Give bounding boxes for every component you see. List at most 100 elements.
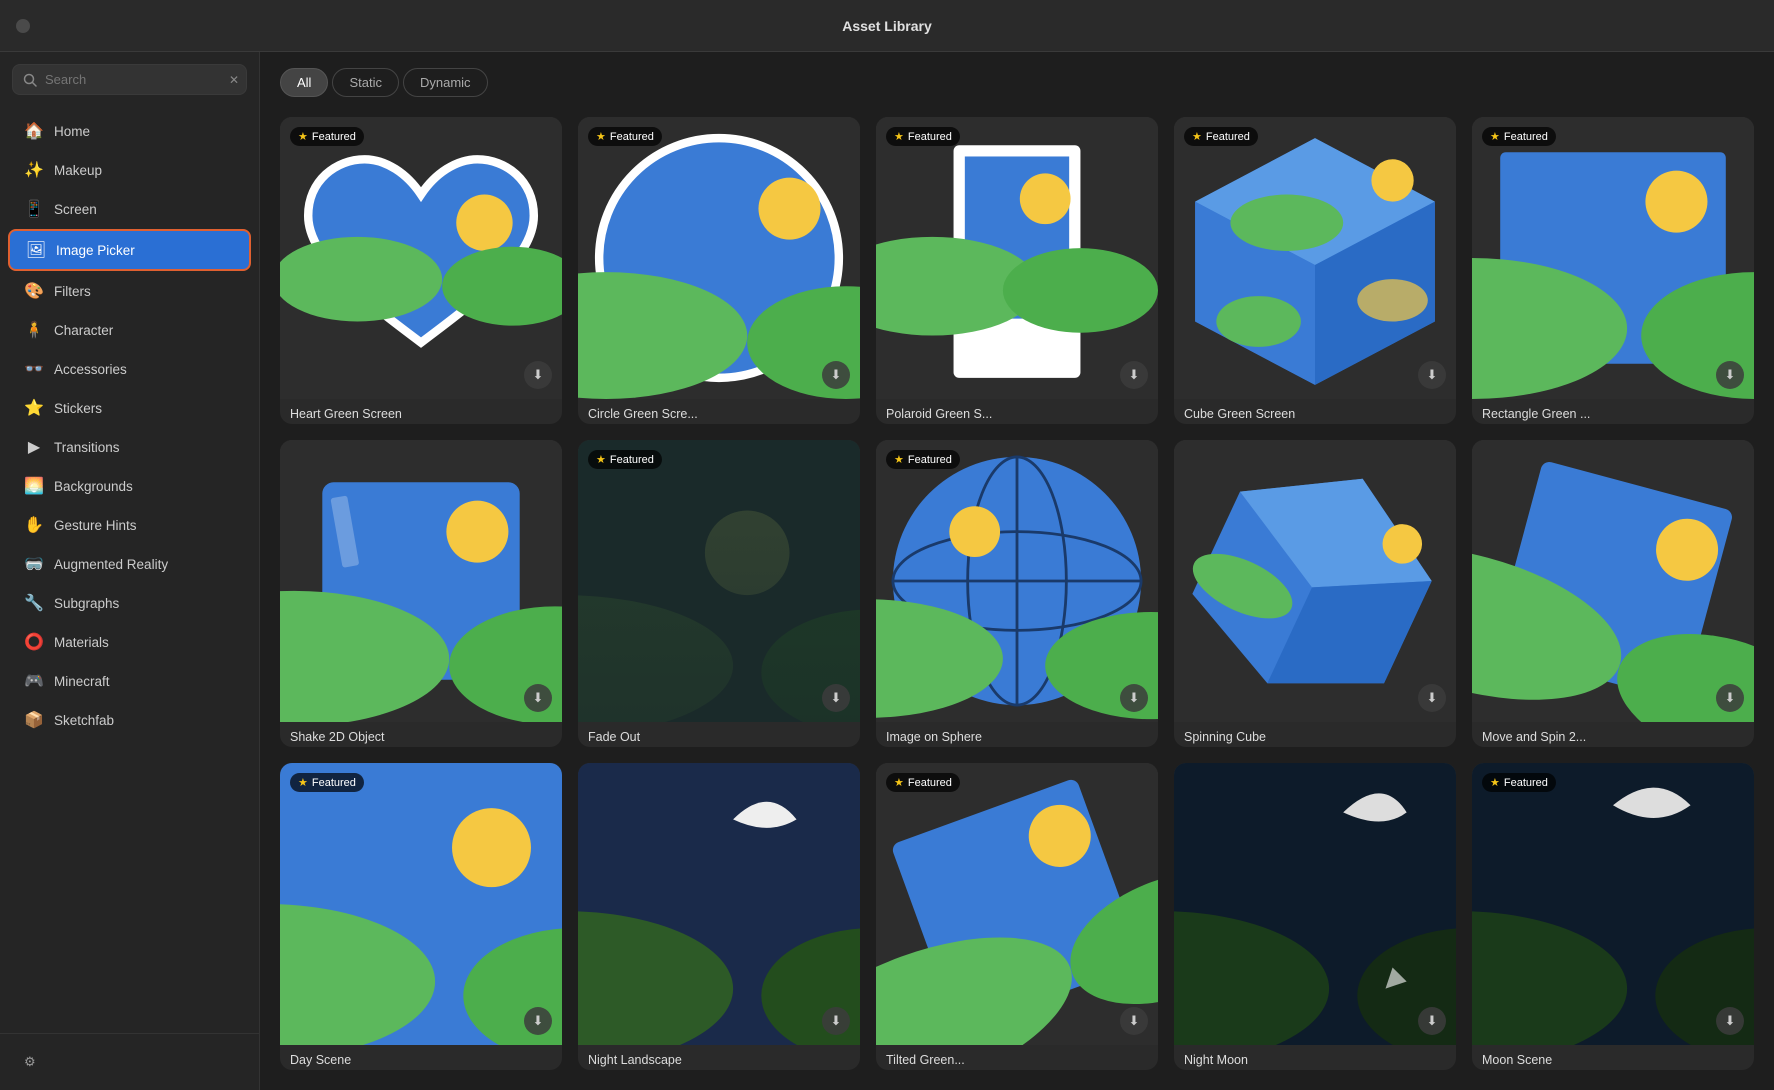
sidebar-item-subgraphs[interactable]: 🔧 Subgraphs [8, 584, 251, 622]
sidebar-item-image-picker[interactable]: 🖼 Image Picker [8, 229, 251, 271]
sidebar-label-filters: Filters [54, 284, 91, 299]
asset-card-10[interactable]: ⬇ Move and Spin 2... TikTok [1472, 440, 1754, 747]
featured-badge: ★ Featured [290, 773, 364, 792]
sidebar-label-gesture-hints: Gesture Hints [54, 518, 137, 533]
sidebar-label-minecraft: Minecraft [54, 674, 110, 689]
search-clear-icon[interactable]: ✕ [229, 73, 239, 87]
asset-thumbnail: ⬇ [578, 763, 860, 1045]
asset-card-3[interactable]: ★ Featured ⬇ Polaroid Green S... TikTok [876, 117, 1158, 424]
featured-label: Featured [610, 131, 654, 143]
close-button[interactable] [16, 19, 30, 33]
accessories-icon: 👓 [24, 359, 44, 379]
sidebar-item-backgrounds[interactable]: 🌅 Backgrounds [8, 467, 251, 505]
asset-card-15[interactable]: ★ Featured ⬇ Moon Scene TikTok [1472, 763, 1754, 1070]
asset-card-2[interactable]: ★ Featured ⬇ Circle Green Scre... TikTok [578, 117, 860, 424]
asset-card-14[interactable]: ⬇ Night Moon TikTok [1174, 763, 1456, 1070]
sidebar-item-materials[interactable]: ⭕ Materials [8, 623, 251, 661]
asset-info: Move and Spin 2... TikTok [1472, 722, 1754, 747]
sidebar-item-augmented-reality[interactable]: 🥽 Augmented Reality [8, 545, 251, 583]
asset-card-6[interactable]: ⬇ Shake 2D Object TikTok [280, 440, 562, 747]
filter-tab-dynamic[interactable]: Dynamic [403, 68, 488, 97]
sidebar-label-subgraphs: Subgraphs [54, 596, 119, 611]
download-button[interactable]: ⬇ [822, 361, 850, 389]
sidebar-item-character[interactable]: 🧍 Character [8, 311, 251, 349]
asset-name: Night Landscape [588, 1053, 850, 1067]
sidebar-item-accessories[interactable]: 👓 Accessories [8, 350, 251, 388]
sidebar-item-gesture-hints[interactable]: ✋ Gesture Hints [8, 506, 251, 544]
sidebar-item-home[interactable]: 🏠 Home [8, 112, 251, 150]
download-button[interactable]: ⬇ [1716, 684, 1744, 712]
star-icon: ★ [298, 776, 308, 789]
asset-source: TikTok [1482, 423, 1744, 424]
asset-info: Rectangle Green ... TikTok [1472, 399, 1754, 424]
sidebar-label-sketchfab: Sketchfab [54, 713, 114, 728]
search-input[interactable] [45, 72, 221, 87]
filter-tab-static[interactable]: Static [332, 68, 399, 97]
asset-name: Move and Spin 2... [1482, 730, 1744, 744]
asset-source: TikTok [588, 746, 850, 747]
download-button[interactable]: ⬇ [524, 684, 552, 712]
makeup-icon: ✨ [24, 160, 44, 180]
download-button[interactable]: ⬇ [1418, 1007, 1446, 1035]
sidebar-item-settings[interactable]: ⚙ [16, 1046, 243, 1078]
asset-info: Night Landscape TikTok [578, 1045, 860, 1070]
sidebar-item-screen[interactable]: 📱 Screen [8, 190, 251, 228]
sidebar-item-makeup[interactable]: ✨ Makeup [8, 151, 251, 189]
asset-name: Moon Scene [1482, 1053, 1744, 1067]
filter-tab-all[interactable]: All [280, 68, 328, 97]
download-button[interactable]: ⬇ [1120, 361, 1148, 389]
asset-info: Tilted Green... TikTok [876, 1045, 1158, 1070]
download-button[interactable]: ⬇ [822, 1007, 850, 1035]
asset-card-13[interactable]: ★ Featured ⬇ Tilted Green... TikTok [876, 763, 1158, 1070]
sidebar-item-filters[interactable]: 🎨 Filters [8, 272, 251, 310]
download-button[interactable]: ⬇ [524, 1007, 552, 1035]
featured-badge: ★ Featured [588, 450, 662, 469]
featured-label: Featured [610, 454, 654, 466]
asset-thumbnail: ⬇ [1174, 440, 1456, 722]
asset-name: Shake 2D Object [290, 730, 552, 744]
asset-card-5[interactable]: ★ Featured ⬇ Rectangle Green ... TikTok [1472, 117, 1754, 424]
content-area: AllStaticDynamic ★ Featured ⬇ Heart Gree… [260, 52, 1774, 1090]
download-button[interactable]: ⬇ [822, 684, 850, 712]
featured-badge: ★ Featured [886, 127, 960, 146]
asset-info: Moon Scene TikTok [1472, 1045, 1754, 1070]
asset-card-4[interactable]: ★ Featured ⬇ Cube Green Screen TikTok [1174, 117, 1456, 424]
download-button[interactable]: ⬇ [524, 361, 552, 389]
asset-source: TikTok [1184, 1069, 1446, 1070]
asset-source: TikTok [886, 423, 1148, 424]
titlebar: Asset Library [0, 0, 1774, 52]
gesture-hints-icon: ✋ [24, 515, 44, 535]
asset-thumbnail: ⬇ [1472, 440, 1754, 722]
download-button[interactable]: ⬇ [1716, 361, 1744, 389]
asset-thumbnail: ★ Featured ⬇ [876, 763, 1158, 1045]
download-button[interactable]: ⬇ [1120, 1007, 1148, 1035]
sidebar-item-stickers[interactable]: ⭐ Stickers [8, 389, 251, 427]
sidebar-item-transitions[interactable]: ▶ Transitions [8, 428, 251, 466]
asset-thumbnail: ★ Featured ⬇ [280, 117, 562, 399]
subgraphs-icon: 🔧 [24, 593, 44, 613]
search-icon [23, 73, 37, 87]
featured-badge: ★ Featured [886, 773, 960, 792]
asset-card-7[interactable]: ★ Featured ⬇ Fade Out TikTok [578, 440, 860, 747]
download-button[interactable]: ⬇ [1418, 361, 1446, 389]
sidebar-nav: 🏠 Home ✨ Makeup 📱 Screen 🖼 Image Picker … [0, 107, 259, 1033]
asset-card-9[interactable]: ⬇ Spinning Cube TikTok [1174, 440, 1456, 747]
asset-thumbnail: ★ Featured ⬇ [876, 117, 1158, 399]
asset-source: TikTok [588, 1069, 850, 1070]
asset-card-12[interactable]: ⬇ Night Landscape TikTok [578, 763, 860, 1070]
asset-thumbnail: ⬇ [280, 440, 562, 722]
download-button[interactable]: ⬇ [1716, 1007, 1744, 1035]
asset-card-1[interactable]: ★ Featured ⬇ Heart Green Screen TikTok [280, 117, 562, 424]
sidebar-item-minecraft[interactable]: 🎮 Minecraft [8, 662, 251, 700]
asset-card-11[interactable]: ★ Featured ⬇ Day Scene TikTok [280, 763, 562, 1070]
asset-grid: ★ Featured ⬇ Heart Green Screen TikTok ★… [260, 109, 1774, 1090]
download-button[interactable]: ⬇ [1418, 684, 1446, 712]
asset-source: TikTok [1184, 746, 1446, 747]
download-button[interactable]: ⬇ [1120, 684, 1148, 712]
asset-card-8[interactable]: ★ Featured ⬇ Image on Sphere TikTok [876, 440, 1158, 747]
asset-info: Fade Out TikTok [578, 722, 860, 747]
sidebar-item-sketchfab[interactable]: 📦 Sketchfab [8, 701, 251, 739]
asset-info: Polaroid Green S... TikTok [876, 399, 1158, 424]
search-bar[interactable]: ✕ [12, 64, 247, 95]
asset-source: TikTok [290, 423, 552, 424]
